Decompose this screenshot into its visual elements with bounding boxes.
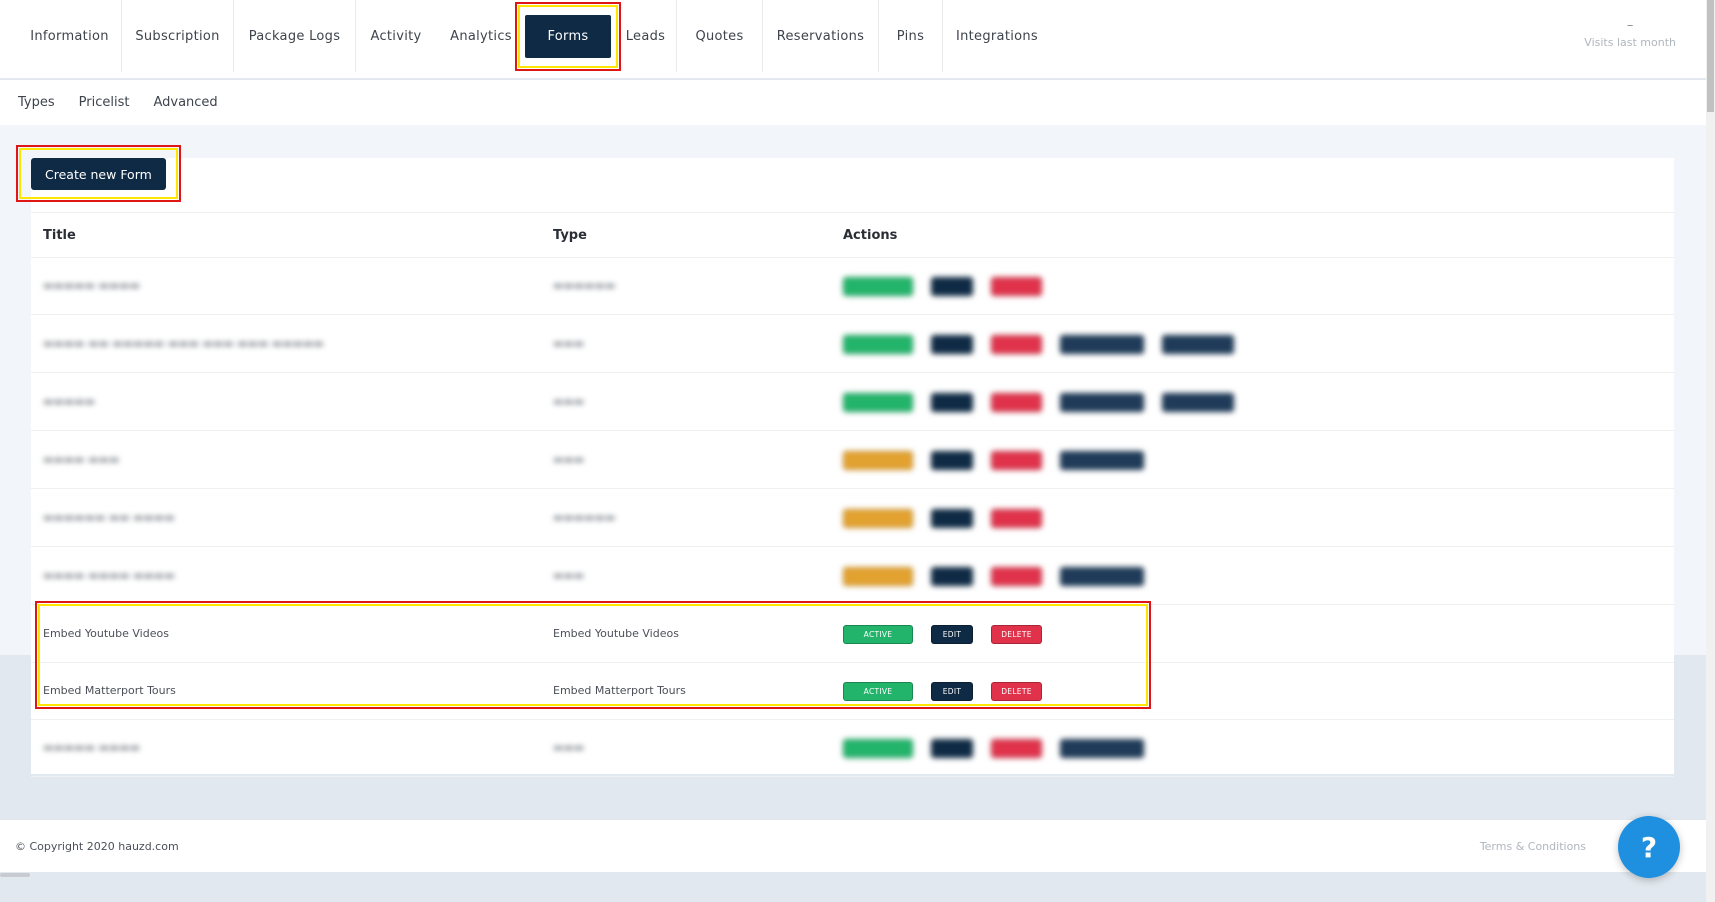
row-type: Embed Matterport Tours	[553, 684, 686, 697]
table-row-blurred: ▬▬▬▬▬ ▬▬▬▬ ▬▬▬	[31, 720, 1674, 777]
visits-value: –	[1626, 18, 1634, 33]
subnav-pricelist[interactable]: Pricelist	[79, 95, 130, 110]
delete-button[interactable]: DELETE	[991, 625, 1042, 644]
row-title: Embed Youtube Videos	[43, 627, 169, 640]
tab-package-logs[interactable]: Package Logs	[234, 0, 356, 72]
active-button[interactable]: ACTIVE	[843, 625, 913, 644]
sub-nav: Types Pricelist Advanced	[0, 80, 1706, 125]
header-title: Title	[43, 228, 76, 243]
tab-pins[interactable]: Pins	[879, 0, 943, 72]
tab-leads[interactable]: Leads	[615, 0, 677, 72]
footer: © Copyright 2020 hauzd.com Terms & Condi…	[0, 820, 1706, 872]
table-row-blurred: ▬▬▬▬▬ ▬▬▬▬ ▬▬▬▬▬▬	[31, 258, 1674, 315]
question-mark-icon: ?	[1640, 830, 1658, 864]
table-row-blurred: ▬▬▬▬ ▬▬ ▬▬▬▬▬ ▬▬▬ ▬▬▬ ▬▬▬ ▬▬▬▬▬ ▬▬▬	[31, 316, 1674, 373]
table-row: Embed Youtube Videos Embed Youtube Video…	[31, 606, 1674, 663]
tab-subscription[interactable]: Subscription	[122, 0, 234, 72]
tab-activity[interactable]: Activity	[356, 0, 436, 72]
header-type: Type	[553, 228, 587, 243]
horizontal-scrollbar[interactable]	[0, 873, 30, 877]
active-button[interactable]: ACTIVE	[843, 682, 913, 701]
tab-forms[interactable]: Forms	[521, 0, 615, 72]
row-type: Embed Youtube Videos	[553, 627, 679, 640]
table-row: Embed Matterport Tours Embed Matterport …	[31, 663, 1674, 720]
scrollbar-thumb[interactable]	[1707, 0, 1714, 112]
subnav-advanced[interactable]: Advanced	[153, 95, 217, 110]
top-tab-bar: Information Subscription Package Logs Ac…	[0, 0, 1706, 79]
table-row-blurred: ▬▬▬▬ ▬▬▬ ▬▬▬	[31, 432, 1674, 489]
tab-analytics[interactable]: Analytics	[436, 0, 526, 72]
edit-button[interactable]: EDIT	[931, 682, 973, 701]
tab-reservations[interactable]: Reservations	[763, 0, 879, 72]
delete-button[interactable]: DELETE	[991, 682, 1042, 701]
visits-stat: – Visits last month	[1584, 16, 1676, 49]
visits-label: Visits last month	[1584, 36, 1676, 49]
table-row-blurred: ▬▬▬▬▬▬ ▬▬ ▬▬▬▬ ▬▬▬▬▬▬	[31, 490, 1674, 547]
edit-button[interactable]: EDIT	[931, 625, 973, 644]
help-button[interactable]: ?	[1618, 816, 1680, 878]
table-row-blurred: ▬▬▬▬▬ ▬▬▬	[31, 374, 1674, 431]
copyright-text: © Copyright 2020 hauzd.com	[15, 840, 179, 853]
tab-integrations[interactable]: Integrations	[943, 0, 1051, 72]
table-row-blurred: ▬▬▬▬ ▬▬▬▬ ▬▬▬▬ ▬▬▬	[31, 548, 1674, 605]
subnav-types[interactable]: Types	[18, 95, 55, 110]
tab-quotes[interactable]: Quotes	[677, 0, 763, 72]
create-new-form-button[interactable]: Create new Form	[31, 158, 166, 190]
terms-link[interactable]: Terms & Conditions	[1480, 840, 1586, 853]
tab-information[interactable]: Information	[18, 0, 122, 72]
header-actions: Actions	[843, 228, 898, 243]
row-title: Embed Matterport Tours	[43, 684, 176, 697]
table-header: Title Type Actions	[31, 212, 1674, 258]
vertical-scrollbar[interactable]	[1706, 0, 1715, 902]
